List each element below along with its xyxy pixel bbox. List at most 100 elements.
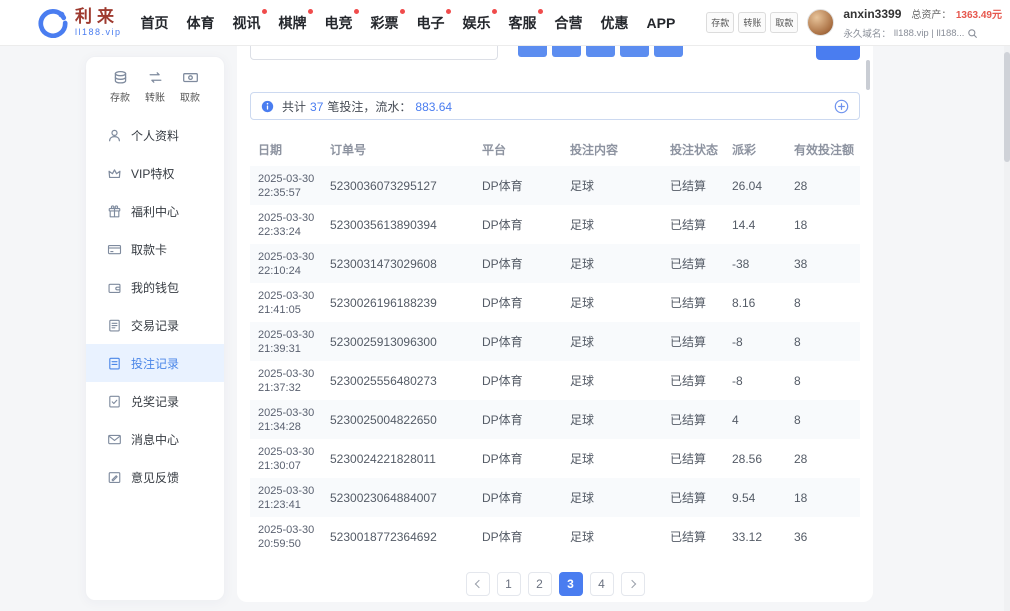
sidebar-item-wallet[interactable]: 我的钱包 — [86, 268, 224, 306]
page-scrollbar-thumb[interactable] — [1004, 52, 1010, 162]
cell-date-day: 2025-03-30 — [258, 250, 322, 264]
header-quick-actions: 存款转账取款 — [706, 12, 798, 33]
cell-date: 2025-03-30 21:23:41 — [250, 484, 322, 512]
cell-bet-status: 已结算 — [662, 333, 724, 350]
brand-name: 利来 — [75, 8, 122, 25]
avatar[interactable] — [807, 9, 834, 36]
page-button[interactable]: 2 — [528, 572, 552, 596]
brand-logo[interactable]: 利来 ll188.vip — [38, 8, 122, 38]
quick-chip-button[interactable]: 取款 — [770, 12, 798, 33]
nav-item[interactable]: 棋牌 — [270, 0, 316, 46]
nav-item[interactable]: 视讯 — [224, 0, 270, 46]
page-button[interactable]: 1 — [497, 572, 521, 596]
hot-badge — [446, 9, 451, 14]
brand-domain: ll188.vip — [75, 27, 122, 37]
card-scrollbar-thumb[interactable] — [866, 60, 870, 90]
sidebar-item-withdraw-card[interactable]: 取款卡 — [86, 230, 224, 268]
bet-records-icon — [107, 356, 122, 371]
date-range-input[interactable] — [250, 46, 498, 60]
sidebar-item-label: 兑奖记录 — [131, 393, 179, 410]
sidebar-withdraw-button[interactable]: 取款 — [176, 69, 204, 104]
cell-date-time: 21:39:31 — [258, 342, 322, 356]
sidebar-item-messages[interactable]: 消息中心 — [86, 420, 224, 458]
nav-item-label: 电竞 — [325, 15, 353, 31]
sidebar-item-transactions[interactable]: 交易记录 — [86, 306, 224, 344]
quick-date-filter-button[interactable] — [620, 46, 649, 57]
hot-badge — [354, 9, 359, 14]
cell-order-number: 5230023064884007 — [322, 491, 474, 505]
cell-bet-status: 已结算 — [662, 255, 724, 272]
bet-count: 37 — [310, 100, 323, 114]
quick-date-filter-button[interactable] — [518, 46, 547, 57]
sidebar-transfer-label: 转账 — [145, 89, 165, 104]
sidebar-item-label: 我的钱包 — [131, 279, 179, 296]
sidebar-item-prize-records[interactable]: 兑奖记录 — [86, 382, 224, 420]
sidebar-deposit-button[interactable]: 存款 — [106, 69, 134, 104]
nav-item-label: 娱乐 — [463, 15, 491, 31]
sidebar-item-welfare[interactable]: 福利中心 — [86, 192, 224, 230]
nav-item[interactable]: 优惠 — [592, 0, 638, 46]
quick-date-filter-button[interactable] — [654, 46, 683, 57]
info-icon — [261, 100, 274, 113]
sidebar-item-label: 投注记录 — [131, 355, 179, 372]
cell-order-number: 5230035613890394 — [322, 218, 474, 232]
sidebar-item-profile[interactable]: 个人资料 — [86, 116, 224, 154]
cell-bet-status: 已结算 — [662, 294, 724, 311]
nav-item[interactable]: 首页 — [132, 0, 178, 46]
sidebar-transfer-button[interactable]: 转账 — [141, 69, 169, 104]
cell-date: 2025-03-30 21:41:05 — [250, 289, 322, 317]
cell-payout: 26.04 — [724, 179, 786, 193]
nav-item[interactable]: 彩票 — [362, 0, 408, 46]
quick-date-filter-button[interactable] — [586, 46, 615, 57]
cell-payout: 8.16 — [724, 296, 786, 310]
sidebar-item-label: 个人资料 — [131, 127, 179, 144]
sidebar-item-label: 福利中心 — [131, 203, 179, 220]
prize-records-icon — [107, 394, 122, 409]
cell-date-time: 21:37:32 — [258, 381, 322, 395]
quick-chip-button[interactable]: 存款 — [706, 12, 734, 33]
nav-item[interactable]: APP — [638, 0, 685, 46]
cell-valid-bet: 8 — [786, 374, 860, 388]
circle-plus-icon[interactable] — [834, 99, 849, 114]
sidebar-quick-actions: 存款 转账 取款 — [86, 57, 224, 104]
sidebar-item-bet-records[interactable]: 投注记录 — [86, 344, 224, 382]
quick-chip-button[interactable]: 转账 — [738, 12, 766, 33]
column-header: 投注内容 — [562, 141, 662, 158]
cell-date-time: 20:59:50 — [258, 537, 322, 551]
cell-order-number: 5230024221828011 — [322, 452, 474, 466]
column-header: 订单号 — [322, 141, 474, 158]
cell-platform: DP体育 — [474, 411, 562, 428]
cell-date-time: 21:41:05 — [258, 303, 322, 317]
table-row: 2025-03-30 21:37:32 5230025556480273 DP体… — [250, 361, 860, 400]
sidebar-item-label: 消息中心 — [131, 431, 179, 448]
prev-page-button[interactable] — [466, 572, 490, 596]
quick-date-filter-button[interactable] — [552, 46, 581, 57]
search-button[interactable] — [816, 46, 860, 60]
cell-date-day: 2025-03-30 — [258, 172, 322, 186]
cell-bet-content: 足球 — [562, 528, 662, 545]
nav-item[interactable]: 电竞 — [316, 0, 362, 46]
next-page-button[interactable] — [621, 572, 645, 596]
assets-label: 总资产： — [911, 10, 951, 21]
cell-payout: 33.12 — [724, 530, 786, 544]
search-icon[interactable] — [967, 28, 978, 39]
cell-bet-content: 足球 — [562, 216, 662, 233]
cell-valid-bet: 38 — [786, 257, 860, 271]
nav-item[interactable]: 合营 — [546, 0, 592, 46]
nav-item[interactable]: 客服 — [500, 0, 546, 46]
cell-order-number: 5230036073295127 — [322, 179, 474, 193]
page-button[interactable]: 3 — [559, 572, 583, 596]
sidebar-item-feedback[interactable]: 意见反馈 — [86, 458, 224, 496]
sidebar-item-vip[interactable]: VIP特权 — [86, 154, 224, 192]
nav-item[interactable]: 电子 — [408, 0, 454, 46]
nav-item[interactable]: 体育 — [178, 0, 224, 46]
cell-valid-bet: 8 — [786, 296, 860, 310]
pagination: 1234 — [250, 572, 860, 596]
assets-value: 1363.49元 — [956, 10, 1002, 21]
crown-icon — [107, 166, 122, 181]
cell-payout: -8 — [724, 335, 786, 349]
brand-logo-icon — [38, 8, 68, 38]
page-button[interactable]: 4 — [590, 572, 614, 596]
summary-prefix: 共计 — [282, 98, 306, 115]
nav-item[interactable]: 娱乐 — [454, 0, 500, 46]
